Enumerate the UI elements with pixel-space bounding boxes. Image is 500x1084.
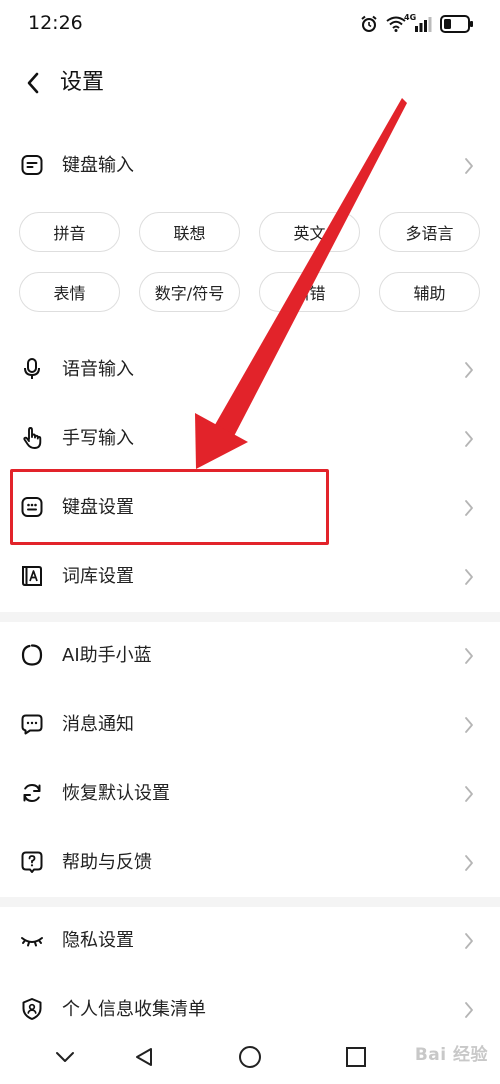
chevron-right-icon [465, 786, 473, 802]
wifi-icon [386, 16, 406, 32]
chevron-left-icon [27, 72, 39, 94]
chip-assist[interactable]: 辅助 [379, 272, 480, 312]
settings-item-label: 帮助与反馈 [62, 852, 152, 873]
circle-home-icon [239, 1046, 261, 1068]
settings-item-handwriting-input[interactable]: 手写输入 [0, 407, 500, 471]
chevron-right-icon [465, 1002, 473, 1018]
triangle-back-icon [136, 1048, 152, 1066]
chevron-right-icon [465, 158, 473, 174]
shield-icon [22, 998, 42, 1020]
chip-number-symbol[interactable]: 数字/符号 [139, 272, 240, 312]
chip-association[interactable]: 联想 [139, 212, 240, 252]
watermark-logo: Bai 经验 [414, 1045, 488, 1065]
network-type-label: 4G [404, 13, 417, 22]
battery-icon [440, 15, 473, 33]
settings-item-keyboard-input[interactable]: 键盘输入 [0, 134, 500, 198]
settings-item-label: 消息通知 [62, 714, 134, 735]
status-icons [360, 12, 474, 36]
chip-multilanguage[interactable]: 多语言 [379, 212, 480, 252]
chevron-right-icon [465, 855, 473, 871]
chevron-right-icon [465, 648, 473, 664]
settings-item-restore-defaults[interactable]: 恢复默认设置 [0, 762, 500, 826]
page-title: 设置 [60, 70, 105, 95]
signal-icon [415, 17, 432, 32]
refresh-icon [23, 783, 41, 803]
alarm-icon [361, 15, 377, 32]
settings-item-label: 词库设置 [62, 566, 134, 587]
settings-item-label: 语音输入 [62, 359, 134, 380]
settings-item-dictionary-settings[interactable]: 词库设置 [0, 545, 500, 609]
settings-item-label: 个人信息收集清单 [62, 999, 206, 1020]
chevron-right-icon [465, 933, 473, 949]
header: 设置 [0, 60, 500, 108]
settings-item-label: 手写输入 [62, 428, 134, 449]
back-nav-button[interactable] [129, 1042, 159, 1072]
chevron-right-icon [465, 431, 473, 447]
chevron-right-icon [465, 569, 473, 585]
settings-item-label: AI助手小蓝 [62, 645, 152, 666]
section-divider [0, 612, 500, 622]
hide-keyboard-button[interactable] [50, 1042, 80, 1072]
help-icon [21, 851, 43, 873]
keyboard-input-icon [21, 155, 43, 175]
status-bar: 12:26 4G [0, 0, 500, 48]
status-time: 12:26 [28, 12, 83, 34]
settings-item-privacy[interactable]: 隐私设置 [0, 909, 500, 973]
chevron-right-icon [465, 362, 473, 378]
section-divider [0, 897, 500, 907]
eye-closed-icon [21, 937, 43, 947]
annotation-highlight-box [10, 469, 329, 545]
chip-english[interactable]: 英文 [259, 212, 360, 252]
chevron-down-icon [56, 1052, 74, 1062]
chip-pinyin[interactable]: 拼音 [19, 212, 120, 252]
settings-item-label: 键盘输入 [62, 155, 134, 176]
message-icon [21, 714, 43, 735]
settings-item-label: 恢复默认设置 [62, 783, 170, 804]
ai-ring-icon [21, 644, 43, 666]
settings-item-voice-input[interactable]: 语音输入 [0, 338, 500, 402]
settings-item-message-notification[interactable]: 消息通知 [0, 693, 500, 757]
recents-nav-button[interactable] [341, 1042, 371, 1072]
hand-pointer-icon [23, 427, 42, 449]
microphone-icon [24, 358, 40, 379]
back-button[interactable] [18, 68, 48, 98]
chip-correction[interactable]: 纠错 [259, 272, 360, 312]
chevron-right-icon [465, 717, 473, 733]
home-nav-button[interactable] [235, 1042, 265, 1072]
settings-item-help-feedback[interactable]: 帮助与反馈 [0, 831, 500, 895]
dictionary-icon [22, 566, 42, 586]
settings-item-ai-assistant[interactable]: AI助手小蓝 [0, 624, 500, 688]
settings-item-label: 隐私设置 [62, 930, 134, 951]
chip-emoji[interactable]: 表情 [19, 272, 120, 312]
settings-page: 12:26 4G 设置 键盘输入 拼音 联想 英文 多语言 表情 数字/符号 纠… [0, 0, 500, 1084]
chevron-right-icon [465, 500, 473, 516]
square-recents-icon [346, 1047, 366, 1067]
